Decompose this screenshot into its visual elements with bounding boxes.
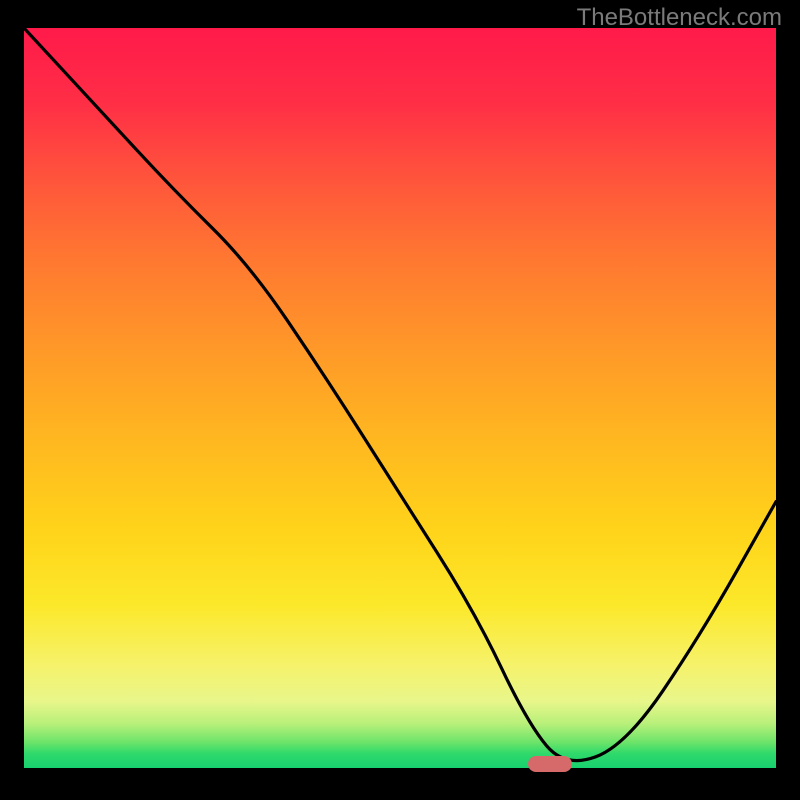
optimal-marker [528,756,572,772]
watermark-text: TheBottleneck.com [577,4,782,32]
curve-svg [24,28,776,768]
chart-plot-area [24,28,776,768]
bottleneck-curve [24,28,776,761]
